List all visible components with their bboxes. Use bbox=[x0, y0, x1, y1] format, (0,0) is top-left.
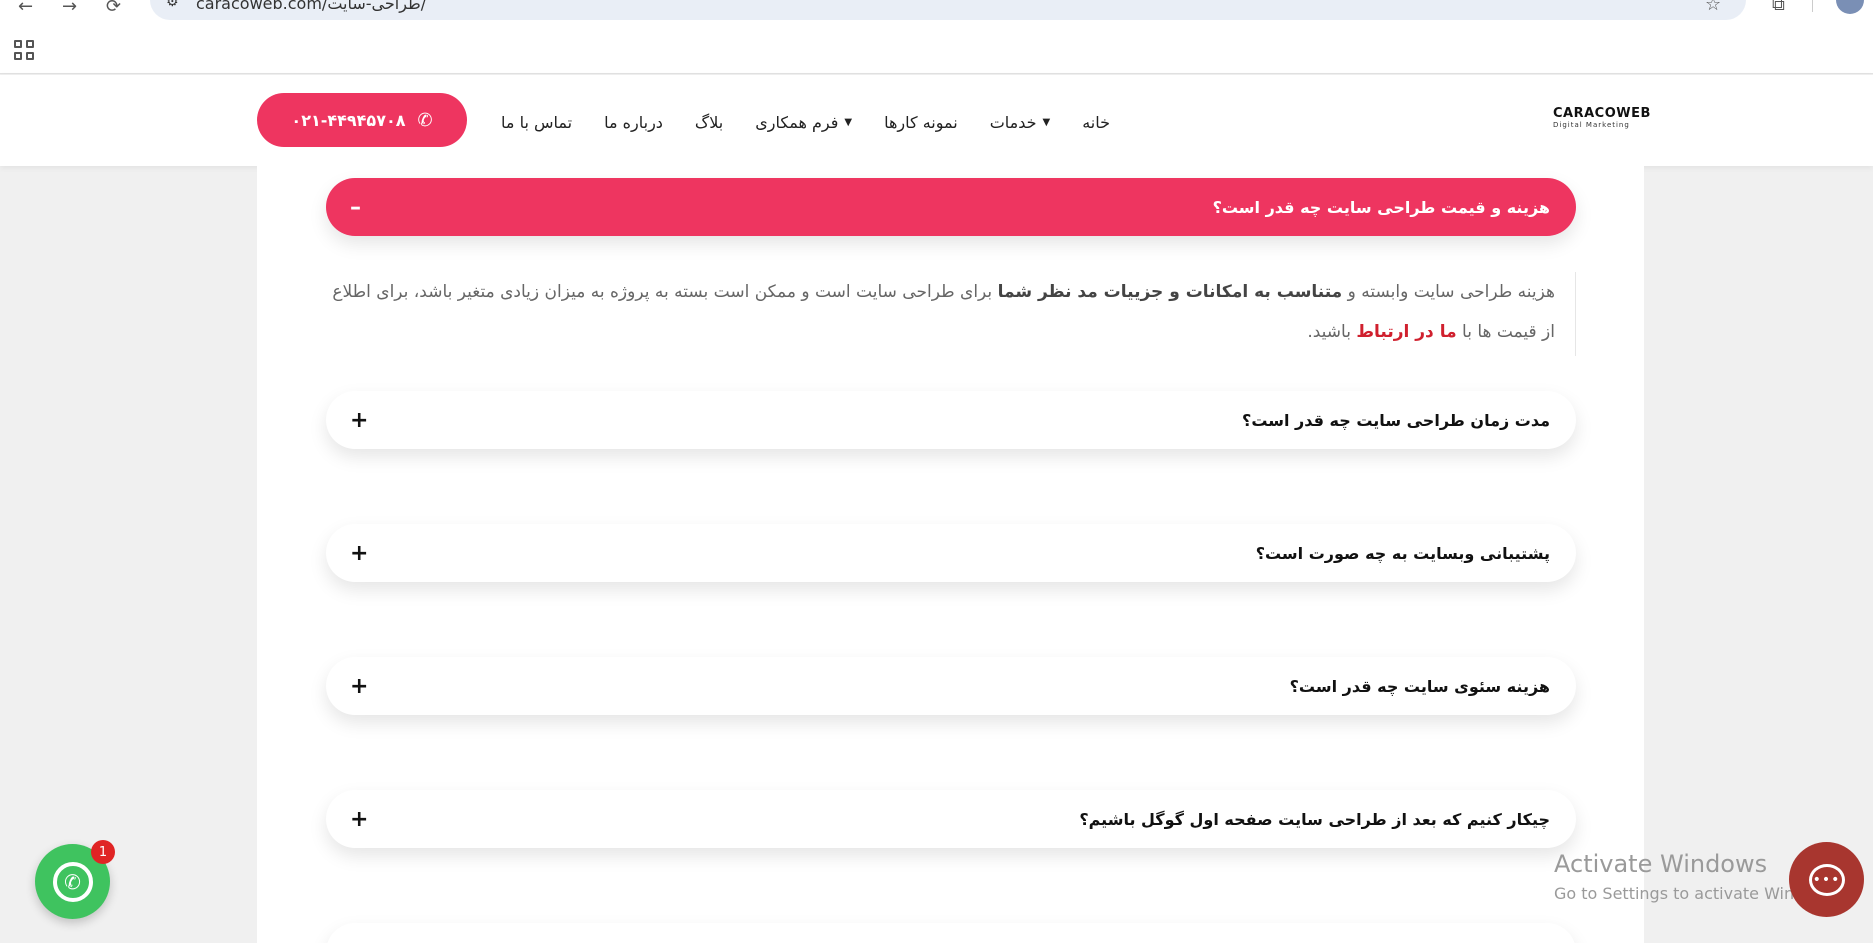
answer-text: هزینه طراحی سایت وابسته و bbox=[1342, 282, 1555, 302]
faq-question: چیکار کنیم که بعد از طراحی سایت صفحه اول… bbox=[1079, 809, 1550, 829]
site-info-icon[interactable]: ⚙ bbox=[166, 0, 179, 10]
menu-item-blog[interactable]: بلاگ bbox=[695, 111, 723, 133]
expand-icon[interactable]: + bbox=[350, 674, 368, 699]
chat-button[interactable]: ••• bbox=[1789, 842, 1864, 917]
chevron-down-icon: ▼ bbox=[844, 116, 853, 128]
expand-icon[interactable]: + bbox=[350, 807, 368, 832]
faq-item-partial[interactable] bbox=[326, 923, 1576, 943]
bookmark-star-icon[interactable]: ☆ bbox=[1705, 0, 1721, 15]
faq-question: مدت زمان طراحی سایت چه قدر است؟ bbox=[1242, 410, 1550, 430]
logo-subtitle: Digital Marketing bbox=[1553, 121, 1630, 129]
chat-bubble-icon: ••• bbox=[1808, 863, 1845, 896]
answer-bold-text: متناسب به امکانات و جزییات مد نظر شما bbox=[997, 282, 1343, 302]
extensions-icon[interactable]: ⧉ bbox=[1772, 0, 1785, 15]
apps-grid-icon[interactable] bbox=[14, 40, 34, 60]
menu-item-about[interactable]: درباره ما bbox=[604, 111, 663, 133]
phone-number: ۰۲۱-۴۴۹۴۵۷۰۸ bbox=[291, 110, 406, 130]
menu-item-portfolio[interactable]: نمونه کارها bbox=[884, 111, 958, 133]
faq-item[interactable]: + هزینه سئوی سایت چه قدر است؟ bbox=[326, 657, 1576, 715]
faq-item[interactable]: + پشتیبانی وبسایت به چه صورت است؟ bbox=[326, 524, 1576, 582]
profile-avatar[interactable] bbox=[1836, 0, 1864, 14]
faq-item[interactable]: + مدت زمان طراحی سایت چه قدر است؟ bbox=[326, 391, 1576, 449]
site-logo[interactable]: CARACOWEB Digital Marketing bbox=[1553, 106, 1651, 132]
phone-button[interactable]: ۰۲۱-۴۴۹۴۵۷۰۸ ✆ bbox=[257, 93, 467, 147]
faq-answer: هزینه طراحی سایت وابسته و متناسب به امکا… bbox=[326, 272, 1576, 356]
forward-icon[interactable]: → bbox=[62, 0, 77, 17]
collapse-icon[interactable]: – bbox=[350, 195, 361, 220]
faq-question: پشتیبانی وبسایت به چه صورت است؟ bbox=[1255, 543, 1550, 563]
logo-text: CARACOWEB bbox=[1553, 106, 1651, 121]
whatsapp-icon: ✆ bbox=[52, 861, 93, 902]
faq-question: هزینه و قیمت طراحی سایت چه قدر است؟ bbox=[1212, 197, 1550, 217]
faq-question: هزینه سئوی سایت چه قدر است؟ bbox=[1289, 676, 1550, 696]
expand-icon[interactable]: + bbox=[350, 408, 368, 433]
back-icon[interactable]: ← bbox=[18, 0, 33, 17]
menu-item-home[interactable]: خانه bbox=[1082, 111, 1110, 133]
bookmarks-bar bbox=[0, 20, 1873, 74]
faq-item-open[interactable]: – هزینه و قیمت طراحی سایت چه قدر است؟ bbox=[326, 178, 1576, 236]
url-text[interactable]: caracoweb.com/طراحی-سایت/ bbox=[196, 0, 426, 13]
answer-text: باشید. bbox=[1307, 322, 1357, 342]
site-header: ۰۲۱-۴۴۹۴۵۷۰۸ ✆ خانه خدمات ▼ نمونه کارها ف… bbox=[0, 75, 1873, 166]
toolbar-divider bbox=[1812, 0, 1813, 12]
browser-toolbar: ← → ⟳ ⚙ caracoweb.com/طراحی-سایت/ ☆ ⧉ bbox=[0, 0, 1873, 20]
contact-link[interactable]: ما در ارتباط bbox=[1356, 322, 1456, 342]
chevron-down-icon: ▼ bbox=[1042, 116, 1051, 128]
phone-icon: ✆ bbox=[417, 109, 433, 131]
notification-badge: 1 bbox=[91, 840, 115, 864]
menu-item-contact[interactable]: تماس با ما bbox=[501, 111, 572, 133]
reload-icon[interactable]: ⟳ bbox=[106, 0, 121, 17]
menu-item-cooperation[interactable]: فرم همکاری ▼ bbox=[755, 111, 852, 133]
expand-icon[interactable]: + bbox=[350, 541, 368, 566]
main-menu: خانه خدمات ▼ نمونه کارها فرم همکاری ▼ بلاگ… bbox=[500, 111, 1110, 133]
menu-item-services[interactable]: خدمات ▼ bbox=[990, 111, 1051, 133]
faq-item[interactable]: + چیکار کنیم که بعد از طراحی سایت صفحه ا… bbox=[326, 790, 1576, 848]
